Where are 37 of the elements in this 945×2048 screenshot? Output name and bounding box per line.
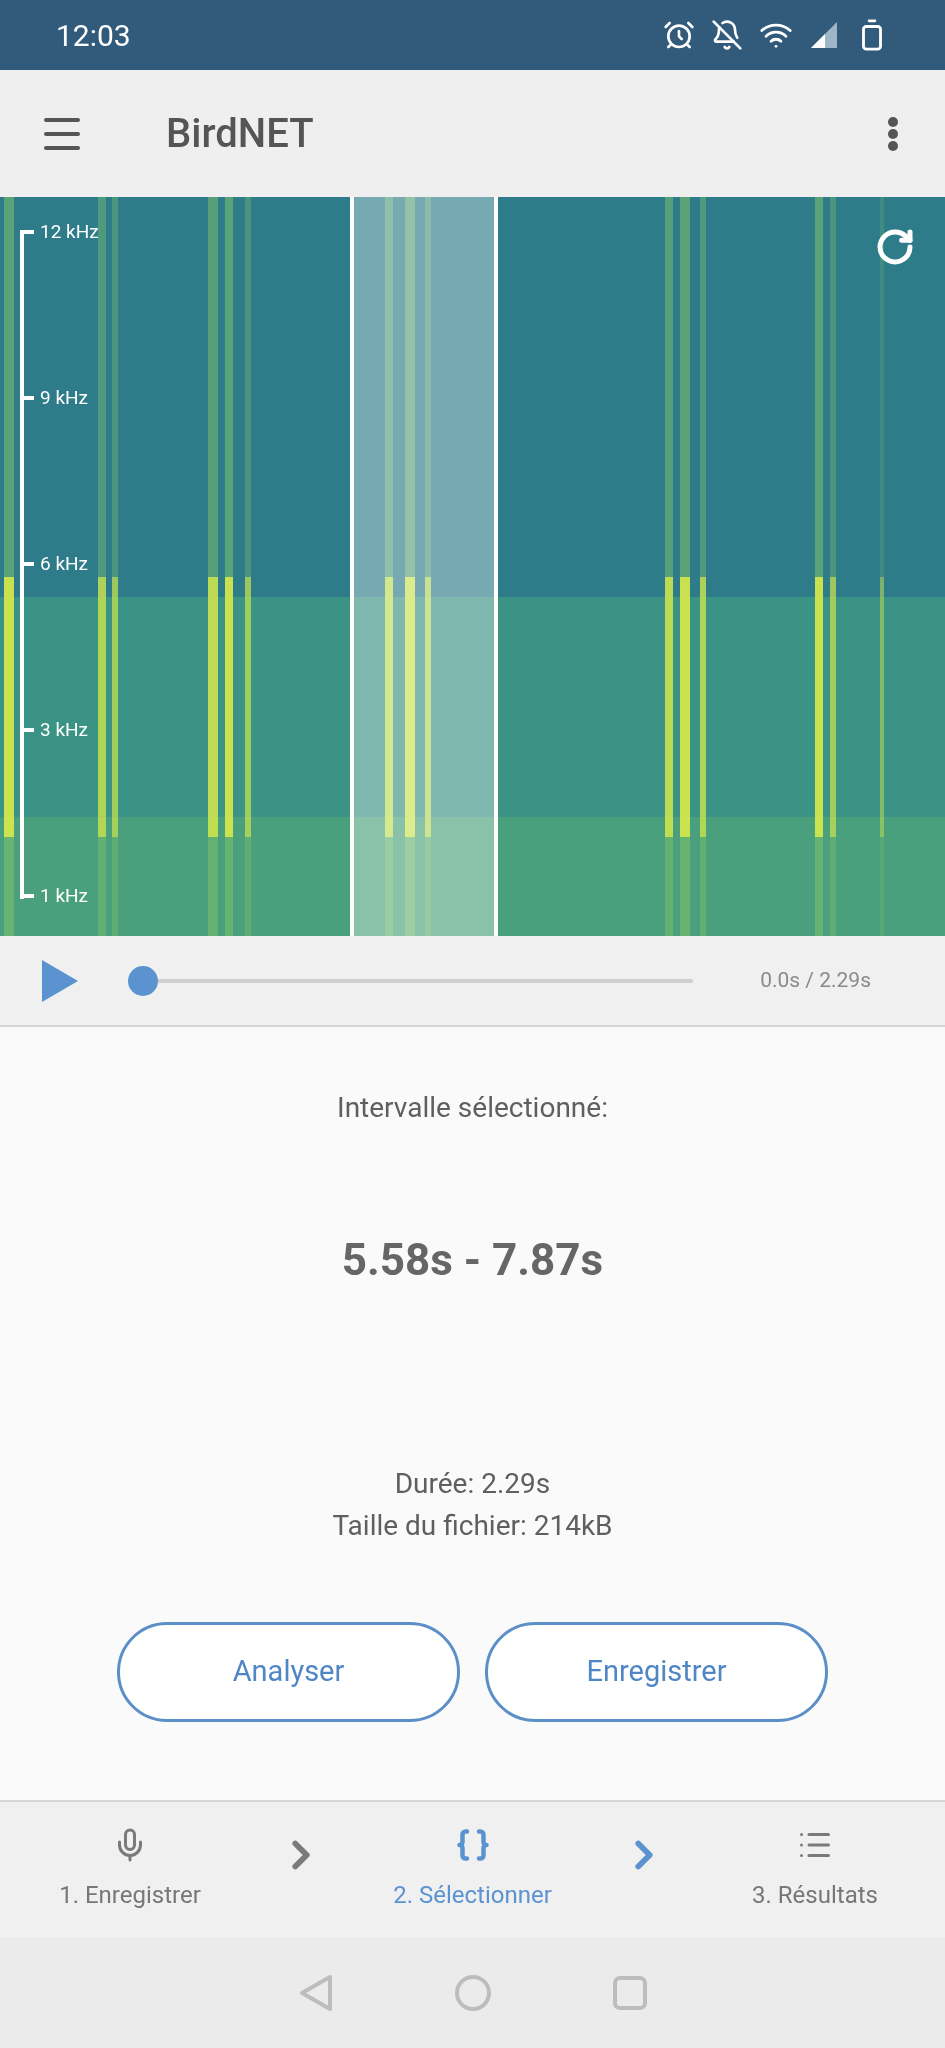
refresh-button[interactable] <box>875 227 915 267</box>
step-tab[interactable]: 1. Enregistrer <box>20 1826 240 1913</box>
action-button[interactable]: Analyser <box>117 1622 460 1722</box>
step-tab[interactable]: 2. Sélectionner <box>362 1826 583 1913</box>
home-icon <box>453 1973 492 2012</box>
more-options-icon <box>887 115 899 152</box>
action-button[interactable]: Enregistrer <box>485 1622 828 1722</box>
playback-time: 0.0s / 2.29s <box>760 966 871 994</box>
seek-thumb[interactable] <box>128 965 158 996</box>
interval-heading: Intervalle sélectionné: <box>337 1090 608 1126</box>
refresh-icon <box>875 227 915 267</box>
back-button[interactable] <box>297 1972 334 2013</box>
frequency-label: 1 kHz <box>40 884 88 908</box>
braces-icon <box>454 1826 491 1863</box>
bell-off-icon <box>711 19 743 51</box>
more-options-button[interactable] <box>887 115 899 152</box>
status-time: 12:03 <box>56 16 131 55</box>
app-title: BirdNET <box>166 108 314 159</box>
alarm-icon <box>663 19 695 51</box>
signal-icon <box>809 20 839 50</box>
interval-range: 5.58s - 7.87s <box>341 1233 604 1288</box>
back-icon <box>297 1972 334 2013</box>
frequency-label: 3 kHz <box>40 718 88 742</box>
home-button[interactable] <box>453 1973 492 2012</box>
axis-tick <box>20 230 34 234</box>
file-size-text: Taille du fichier: 214kB <box>332 1508 613 1544</box>
duration-text: Durée: 2.29s <box>394 1466 551 1502</box>
play-button[interactable] <box>40 957 80 1004</box>
frequency-label: 9 kHz <box>40 386 88 410</box>
frequency-label: 6 kHz <box>40 552 88 576</box>
seek-slider[interactable] <box>128 965 693 996</box>
spectrogram[interactable] <box>0 197 945 936</box>
step-tab[interactable]: 3. Résultats <box>705 1826 925 1913</box>
recents-button[interactable] <box>611 1974 648 2011</box>
recents-icon <box>611 1974 648 2011</box>
play-icon <box>40 957 80 1004</box>
frequency-label: 12 kHz <box>40 220 99 244</box>
